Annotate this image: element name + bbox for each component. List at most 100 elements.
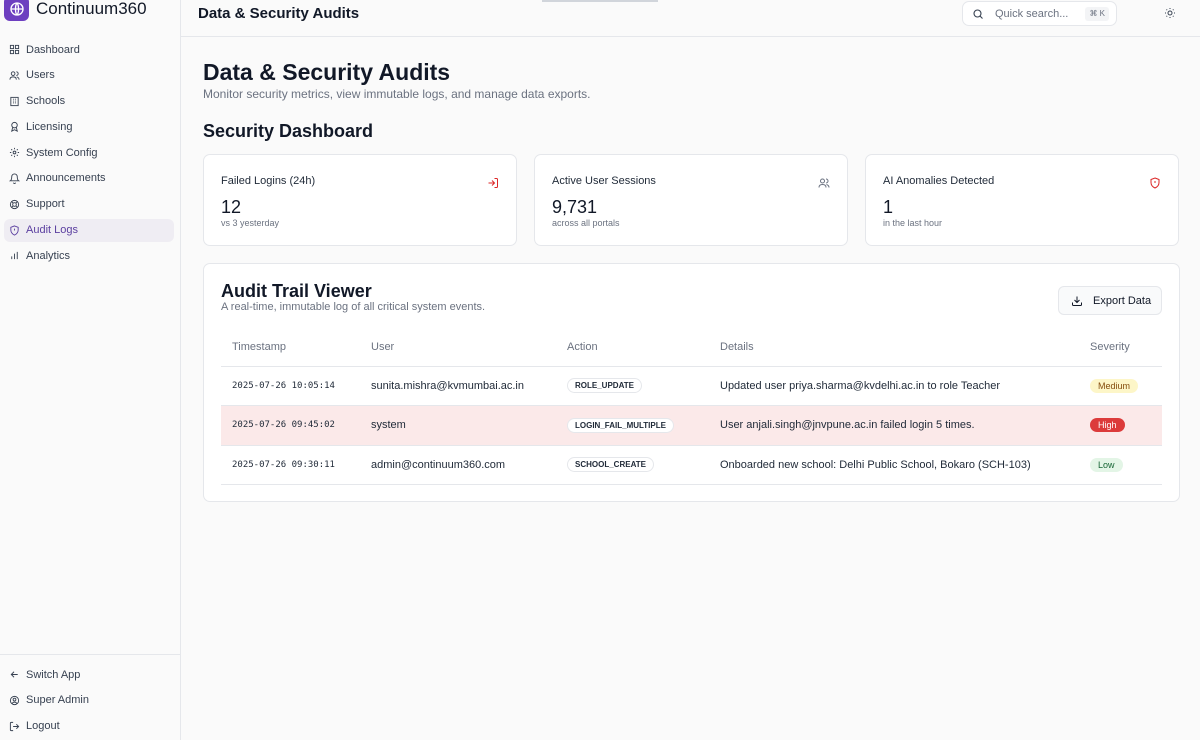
download-icon (1071, 295, 1083, 307)
page-title: Data & Security Audits (203, 59, 451, 85)
stat-sub: in the last hour (883, 218, 943, 228)
sidebar-item-system-config[interactable]: System Config (4, 141, 174, 164)
action-badge: LOGIN_FAIL_MULTIPLE (567, 417, 674, 433)
severity-badge: Low (1090, 457, 1123, 472)
sun-icon[interactable] (1164, 7, 1176, 19)
sidebar-item-licensing[interactable]: Licensing (4, 115, 174, 138)
search-input[interactable] (995, 7, 1090, 20)
column-header-user[interactable]: User (360, 328, 556, 367)
sidebar-item-schools[interactable]: Schools (4, 90, 174, 113)
action-badge: SCHOOL_CREATE (567, 457, 654, 473)
audit-trail-card: Audit Trail Viewer A real-time, immutabl… (203, 263, 1180, 502)
action-cell: LOGIN_FAIL_MULTIPLE (556, 405, 709, 446)
severity-cell: Medium (1079, 366, 1162, 406)
stat-label: AI Anomalies Detected (883, 175, 995, 187)
sidebar-item-label: Announcements (26, 172, 106, 185)
logout-button[interactable]: Logout (4, 715, 174, 738)
quick-search[interactable]: ⌘ K (962, 1, 1117, 26)
lifebuoy-icon (9, 199, 20, 210)
action-cell: SCHOOL_CREATE (556, 445, 709, 485)
super-admin-button[interactable]: Super Admin (4, 689, 174, 712)
users-icon (818, 177, 830, 189)
sidebar-item-label: Switch App (26, 668, 81, 681)
details-cell: Updated user priya.sharma@kvdelhi.ac.in … (709, 366, 1079, 406)
layout-grid-icon (9, 44, 20, 55)
stat-card-active-sessions: Active User Sessions 9,731 across all po… (534, 154, 848, 246)
scroll-indicator (542, 0, 658, 2)
sidebar-item-analytics[interactable]: Analytics (4, 244, 174, 267)
sidebar-item-label: Logout (26, 720, 60, 733)
timestamp-cell: 2025-07-26 09:45:02 (221, 405, 360, 446)
action-badge: ROLE_UPDATE (567, 378, 642, 394)
logout-icon (9, 721, 20, 732)
top-header: Data & Security Audits ⌘ K (181, 0, 1200, 37)
action-cell: ROLE_UPDATE (556, 366, 709, 406)
audit-title: Audit Trail Viewer (221, 281, 372, 301)
timestamp-cell: 2025-07-26 09:30:11 (221, 445, 360, 485)
export-data-label: Export Data (1093, 294, 1152, 307)
sidebar-item-label: Analytics (26, 249, 71, 262)
timestamp-cell: 2025-07-26 10:05:14 (221, 366, 360, 406)
shield-icon (9, 225, 20, 236)
sidebar-item-label: Users (26, 69, 55, 82)
table-header-row: Timestamp User Action Details Severity (221, 328, 1162, 367)
users-icon (9, 70, 20, 81)
sidebar-item-announcements[interactable]: Announcements (4, 167, 174, 190)
sidebar-item-label: System Config (26, 146, 98, 159)
section-title: Security Dashboard (203, 121, 374, 141)
user-cell: admin@continuum360.com (360, 445, 556, 485)
stat-label: Failed Logins (24h) (221, 175, 316, 187)
table-row[interactable]: 2025-07-26 10:05:14 sunita.mishra@kvmumb… (221, 366, 1162, 406)
globe-logo-icon (4, 0, 29, 21)
user-circle-icon (9, 695, 20, 706)
column-header-severity[interactable]: Severity (1079, 328, 1162, 367)
audit-table: Timestamp User Action Details Severity 2… (221, 328, 1162, 485)
sidebar-item-label: Audit Logs (26, 224, 78, 237)
severity-cell: Low (1079, 445, 1162, 485)
sidebar-bottom-nav: Switch App Super Admin Logout (4, 663, 174, 740)
brand[interactable]: Continuum360 (4, 0, 147, 21)
brand-name: Continuum360 (36, 0, 147, 18)
column-header-action[interactable]: Action (556, 328, 709, 367)
search-icon (972, 8, 984, 20)
severity-cell: High (1079, 405, 1162, 446)
export-data-button[interactable]: Export Data (1058, 286, 1162, 315)
search-shortcut-hint: ⌘ K (1085, 7, 1109, 21)
bell-icon (9, 173, 20, 184)
sidebar-item-audit-logs[interactable]: Audit Logs (4, 218, 174, 242)
sidebar-item-dashboard[interactable]: Dashboard (4, 38, 174, 61)
audit-subtitle: A real-time, immutable log of all critic… (221, 301, 486, 313)
sidebar-item-users[interactable]: Users (4, 64, 174, 87)
column-header-details[interactable]: Details (709, 328, 1079, 367)
header-title: Data & Security Audits (198, 5, 360, 22)
details-cell: Onboarded new school: Delhi Public Schoo… (709, 445, 1079, 485)
stat-sub: vs 3 yesterday (221, 218, 280, 228)
shield-alert-icon (1149, 177, 1161, 189)
sidebar-item-label: Super Admin (26, 694, 89, 707)
sidebar-divider (0, 654, 180, 655)
severity-badge: Medium (1090, 378, 1139, 393)
column-header-timestamp[interactable]: Timestamp (221, 328, 360, 367)
severity-badge: High (1090, 418, 1125, 433)
stat-card-failed-logins: Failed Logins (24h) 12 vs 3 yesterday (203, 154, 517, 246)
sidebar-item-label: Licensing (26, 120, 73, 133)
sidebar-item-label: Dashboard (26, 43, 80, 56)
sidebar: Continuum360 Dashboard Users Schools Lic… (0, 0, 181, 740)
stat-value: 12 (221, 197, 242, 217)
stat-value: 1 (883, 197, 894, 217)
details-cell: User anjali.singh@jnvpune.ac.in failed l… (709, 405, 1079, 446)
table-row[interactable]: 2025-07-26 09:30:11 admin@continuum360.c… (221, 445, 1162, 485)
user-cell: system (360, 405, 556, 446)
sidebar-item-support[interactable]: Support (4, 193, 174, 216)
main-content: Data & Security Audits Monitor security … (181, 37, 1200, 740)
login-icon (487, 177, 499, 189)
switch-app-button[interactable]: Switch App (4, 663, 174, 686)
stat-label: Active User Sessions (552, 175, 656, 187)
stat-card-ai-anomalies: AI Anomalies Detected 1 in the last hour (865, 154, 1179, 246)
bar-chart-icon (9, 250, 20, 261)
gear-icon (9, 147, 20, 158)
sidebar-item-label: Schools (26, 95, 66, 108)
table-row[interactable]: 2025-07-26 09:45:02 system LOGIN_FAIL_MU… (221, 405, 1162, 446)
sidebar-item-label: Support (26, 198, 65, 211)
arrow-left-icon (9, 669, 20, 680)
